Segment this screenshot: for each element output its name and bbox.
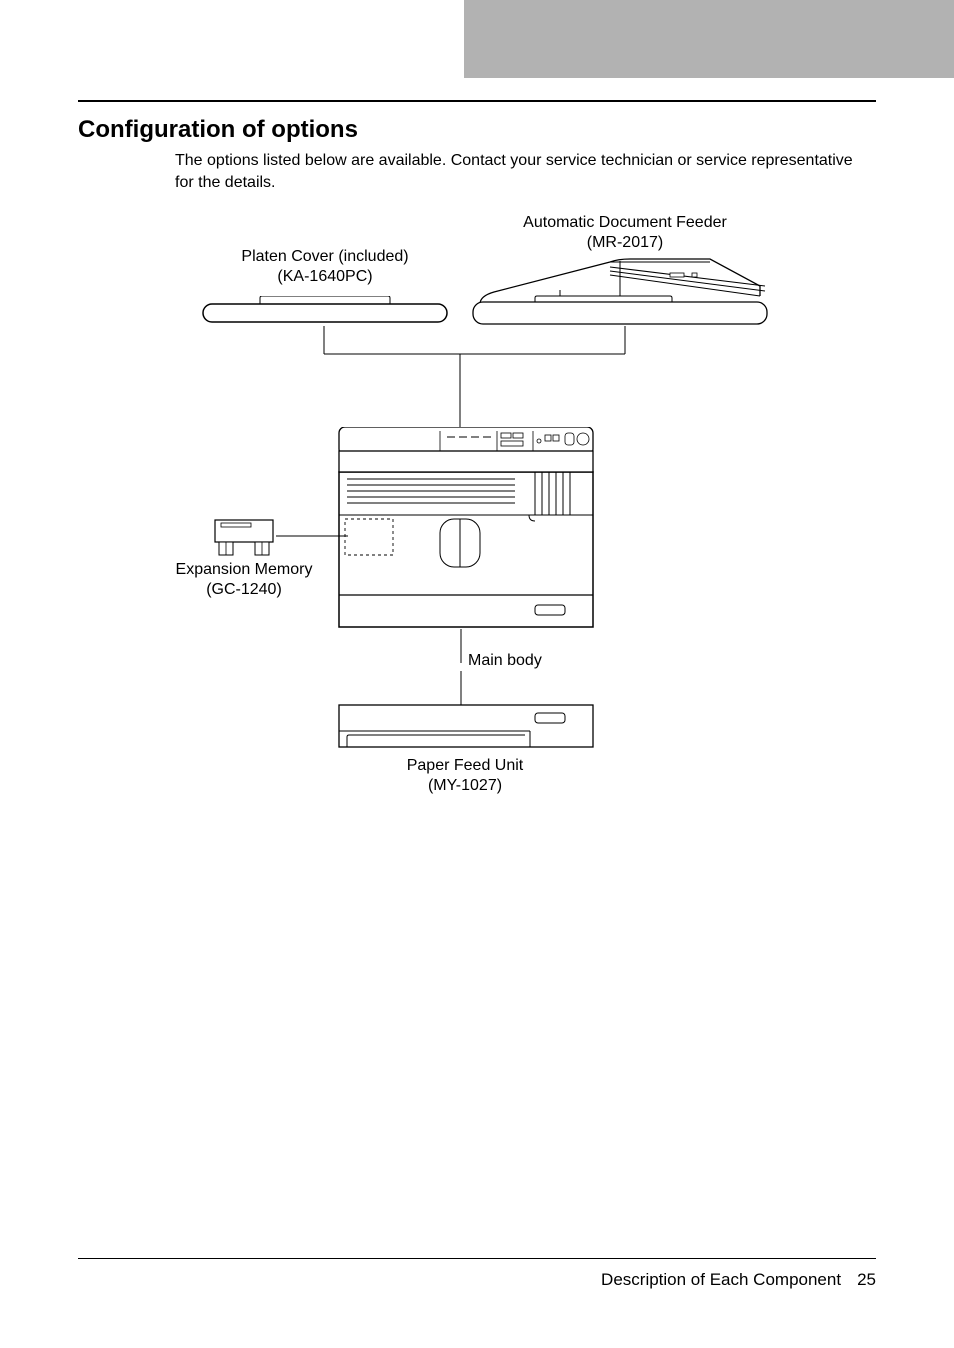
connector-lines xyxy=(200,320,700,430)
main-body-label: Main body xyxy=(468,651,568,671)
platen-model: (KA-1640PC) xyxy=(215,267,435,287)
adf-illustration xyxy=(470,256,770,328)
footer-rule xyxy=(78,1258,876,1259)
memory-connector-line xyxy=(276,534,348,538)
expansion-memory-illustration xyxy=(213,518,275,558)
main-body-to-pfu-line xyxy=(459,671,463,705)
pfu-name: Paper Feed Unit xyxy=(407,757,524,774)
footer-text: Description of Each Component 25 xyxy=(601,1270,876,1290)
pfu-label: Paper Feed Unit (MY-1027) xyxy=(385,756,545,796)
platen-name: Platen Cover (included) xyxy=(241,248,408,265)
main-body-connector-line xyxy=(459,629,463,663)
content-top-rule xyxy=(78,100,876,102)
adf-model: (MR-2017) xyxy=(500,233,750,253)
adf-label: Automatic Document Feeder (MR-2017) xyxy=(500,213,750,253)
platen-label: Platen Cover (included) (KA-1640PC) xyxy=(215,247,435,287)
footer-page-number: 25 xyxy=(857,1270,876,1289)
footer-section: Description of Each Component xyxy=(601,1270,841,1289)
mem-name: Expansion Memory xyxy=(176,561,313,578)
expansion-memory-label: Expansion Memory (GC-1240) xyxy=(163,560,325,600)
paper-feed-unit-illustration xyxy=(335,703,597,751)
pfu-model: (MY-1027) xyxy=(385,776,545,796)
intro-paragraph: The options listed below are available. … xyxy=(175,150,875,193)
header-band xyxy=(464,0,954,78)
section-heading: Configuration of options xyxy=(78,116,358,144)
mem-model: (GC-1240) xyxy=(163,580,325,600)
main-body-illustration xyxy=(335,427,597,631)
adf-name: Automatic Document Feeder xyxy=(523,214,727,231)
